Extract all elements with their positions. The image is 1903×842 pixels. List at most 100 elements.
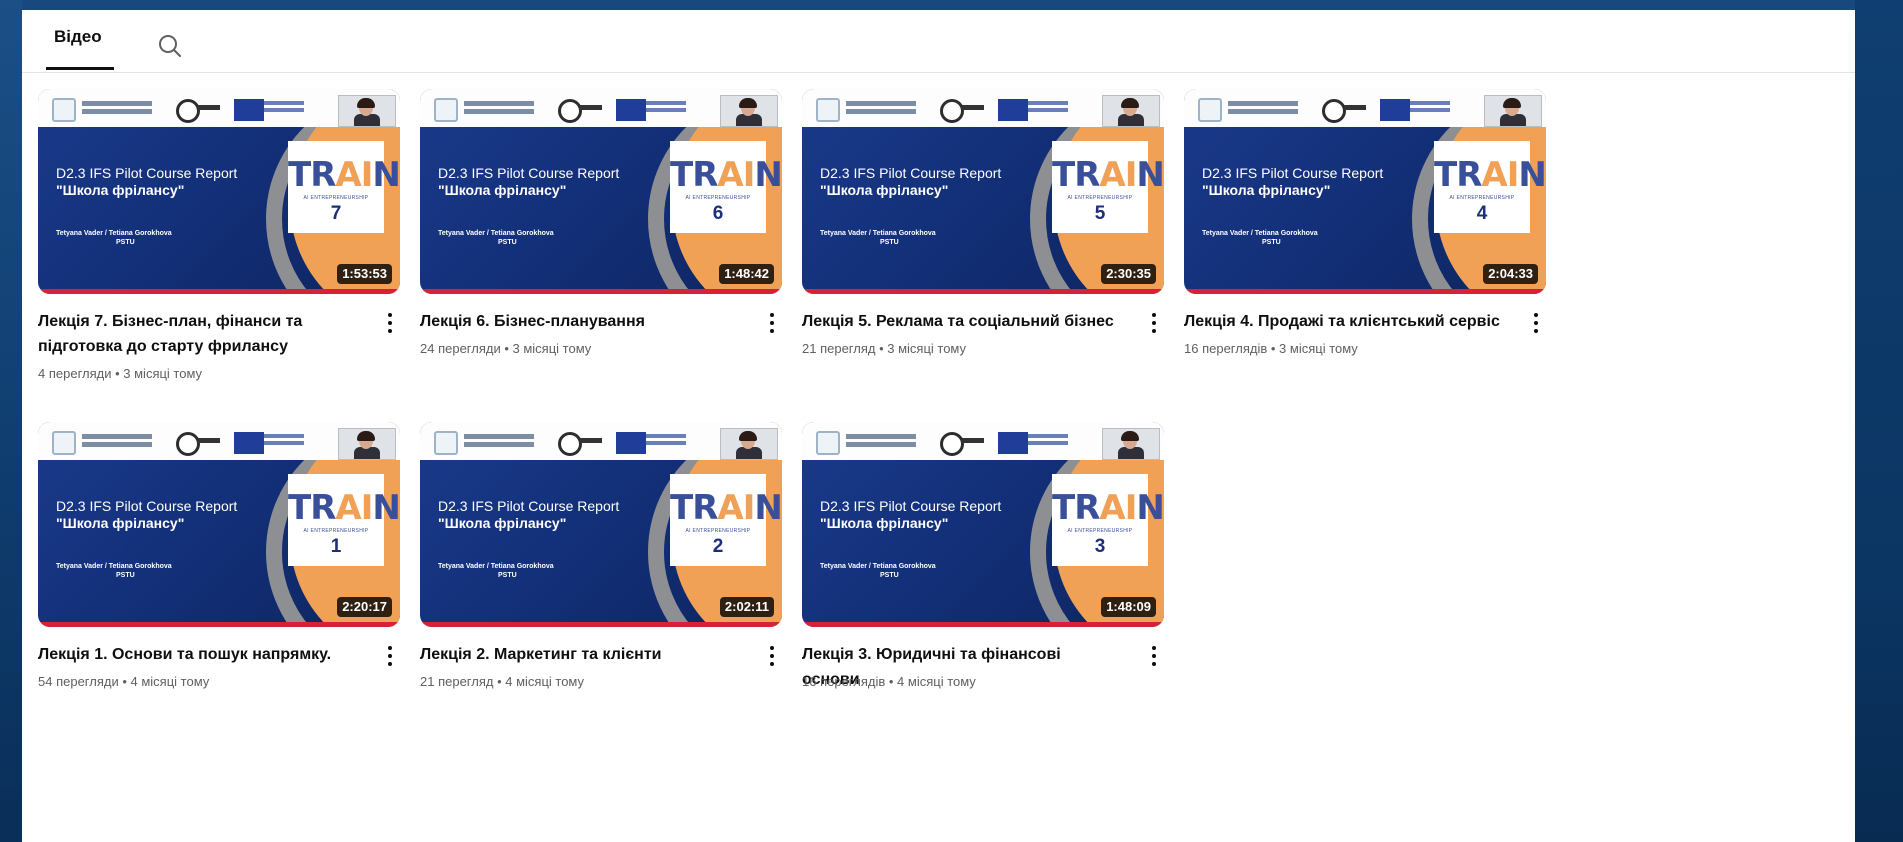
video-card[interactable]: D2.3 IFS Pilot Course Report "Школа фріл… xyxy=(38,89,400,381)
more-actions-button[interactable] xyxy=(762,311,782,335)
presenter-webcam xyxy=(1484,95,1542,127)
video-thumbnail[interactable]: D2.3 IFS Pilot Course Report "Школа фріл… xyxy=(1184,89,1546,294)
video-card[interactable]: D2.3 IFS Pilot Course Report "Школа фріл… xyxy=(802,89,1164,356)
more-actions-button[interactable] xyxy=(380,644,400,668)
background-top xyxy=(0,0,1903,10)
channel-videos-panel: Відео D2.3 IFS Pilot Course Report "Школ… xyxy=(22,10,1855,842)
video-meta: 54 перегляди • 4 місяці тому xyxy=(38,674,210,689)
video-title[interactable]: Лекція 4. Продажі та клієнтський сервіс xyxy=(1184,309,1504,334)
more-actions-button[interactable] xyxy=(1144,644,1164,668)
thumbnail-progress-line xyxy=(38,622,400,627)
eu-flag-icon xyxy=(234,432,264,454)
thumbnail-title-line2: "Школа фрілансу" xyxy=(1202,182,1331,198)
presenter-webcam xyxy=(720,95,778,127)
video-card[interactable]: D2.3 IFS Pilot Course Report "Школа фріл… xyxy=(420,89,782,356)
train-logo: TRAIN AI ENTREPRENEURSHIP 2 xyxy=(670,474,782,566)
presenter-webcam xyxy=(720,428,778,460)
eu-funding-text xyxy=(264,434,304,438)
lecture-number: 1 xyxy=(330,536,342,557)
more-actions-button[interactable] xyxy=(380,311,400,335)
train-logo-word: TRAIN xyxy=(670,488,782,528)
more-actions-button[interactable] xyxy=(1144,311,1164,335)
university-logo-icon xyxy=(434,431,458,455)
erasmus-logo-icon xyxy=(940,99,964,123)
train-logo-subtitle: AI ENTREPRENEURSHIP xyxy=(303,528,369,534)
thumbnail-org: PSTU xyxy=(1262,239,1281,246)
video-card[interactable]: D2.3 IFS Pilot Course Report "Школа фріл… xyxy=(420,422,782,689)
erasmus-logo-icon xyxy=(176,432,200,456)
thumbnail-org: PSTU xyxy=(498,239,517,246)
train-logo-word: TRAIN xyxy=(1434,155,1546,195)
train-logo-word: TRAIN xyxy=(288,488,400,528)
thumbnail-authors: Tetyana Vader / Tetiana Gorokhova PSTU xyxy=(56,562,216,580)
search-icon xyxy=(159,35,181,57)
thumbnail-title-line1: D2.3 IFS Pilot Course Report xyxy=(820,498,1002,514)
presenter-webcam xyxy=(338,428,396,460)
logo-text-lines xyxy=(82,434,152,439)
video-thumbnail[interactable]: D2.3 IFS Pilot Course Report "Школа фріл… xyxy=(802,422,1164,627)
eu-flag-icon xyxy=(998,432,1028,454)
thumbnail-title-line1: D2.3 IFS Pilot Course Report xyxy=(56,498,238,514)
thumbnail-progress-line xyxy=(420,622,782,627)
thumbnail-authors: Tetyana Vader / Tetiana Gorokhova PSTU xyxy=(1202,229,1362,247)
eu-funding-text xyxy=(646,434,686,438)
background-left xyxy=(0,0,22,842)
video-card[interactable]: D2.3 IFS Pilot Course Report "Школа фріл… xyxy=(1184,89,1546,356)
video-thumbnail[interactable]: D2.3 IFS Pilot Course Report "Школа фріл… xyxy=(38,89,400,294)
video-thumbnail[interactable]: D2.3 IFS Pilot Course Report "Школа фріл… xyxy=(802,89,1164,294)
logo-text-lines xyxy=(846,101,916,106)
lecture-number: 3 xyxy=(1094,536,1106,557)
more-vert-icon xyxy=(388,646,392,650)
more-vert-icon xyxy=(770,313,774,317)
thumbnail-progress-line xyxy=(38,289,400,294)
logo-text-lines xyxy=(82,101,152,106)
video-card[interactable]: D2.3 IFS Pilot Course Report "Школа фріл… xyxy=(38,422,400,689)
university-logo-icon xyxy=(52,98,76,122)
lecture-number: 6 xyxy=(712,203,724,224)
thumbnail-org: PSTU xyxy=(116,572,135,579)
video-thumbnail[interactable]: D2.3 IFS Pilot Course Report "Школа фріл… xyxy=(420,89,782,294)
train-logo-word: TRAIN xyxy=(1052,488,1164,528)
thumbnail-title-line2: "Школа фрілансу" xyxy=(56,182,185,198)
video-card[interactable]: D2.3 IFS Pilot Course Report "Школа фріл… xyxy=(802,422,1164,689)
more-vert-icon xyxy=(1152,313,1156,317)
thumbnail-title: D2.3 IFS Pilot Course Report "Школа фріл… xyxy=(820,498,1040,532)
video-title[interactable]: Лекція 6. Бізнес-планування xyxy=(420,309,740,334)
video-title[interactable]: Лекція 2. Маркетинг та клієнти xyxy=(420,642,740,667)
presenter-webcam xyxy=(1102,428,1160,460)
search-button[interactable] xyxy=(154,30,186,62)
eu-flag-icon xyxy=(616,99,646,121)
more-actions-button[interactable] xyxy=(762,644,782,668)
video-meta: 16 переглядів • 3 місяці тому xyxy=(1184,341,1358,356)
thumbnail-title: D2.3 IFS Pilot Course Report "Школа фріл… xyxy=(56,165,276,199)
lecture-number: 7 xyxy=(330,203,342,224)
erasmus-logo-icon xyxy=(1322,99,1346,123)
video-thumbnail[interactable]: D2.3 IFS Pilot Course Report "Школа фріл… xyxy=(38,422,400,627)
eu-flag-icon xyxy=(616,432,646,454)
thumbnail-title: D2.3 IFS Pilot Course Report "Школа фріл… xyxy=(56,498,276,532)
video-title[interactable]: Лекція 7. Бізнес-план, фінанси та підгот… xyxy=(38,309,358,359)
train-logo-word: TRAIN xyxy=(1052,155,1164,195)
more-actions-button[interactable] xyxy=(1526,311,1546,335)
university-logo-icon xyxy=(1198,98,1222,122)
video-meta: 21 перегляд • 4 місяці тому xyxy=(420,674,585,689)
logo-text-lines xyxy=(846,434,916,439)
video-thumbnail[interactable]: D2.3 IFS Pilot Course Report "Школа фріл… xyxy=(420,422,782,627)
eu-funding-text xyxy=(264,101,304,105)
video-title[interactable]: Лекція 5. Реклама та соціальний бізнес xyxy=(802,309,1122,334)
train-logo-word: TRAIN xyxy=(288,155,400,195)
video-duration-badge: 1:48:09 xyxy=(1101,597,1156,617)
thumbnail-title-line1: D2.3 IFS Pilot Course Report xyxy=(820,165,1002,181)
erasmus-logo-icon xyxy=(176,99,200,123)
eu-flag-icon xyxy=(998,99,1028,121)
thumbnail-authors: Tetyana Vader / Tetiana Gorokhova PSTU xyxy=(820,562,980,580)
train-logo: TRAIN AI ENTREPRENEURSHIP 6 xyxy=(670,141,782,233)
train-logo: TRAIN AI ENTREPRENEURSHIP 4 xyxy=(1434,141,1546,233)
tab-videos[interactable]: Відео xyxy=(48,24,108,70)
eu-funding-text xyxy=(646,101,686,105)
train-logo: TRAIN AI ENTREPRENEURSHIP 1 xyxy=(288,474,400,566)
video-title[interactable]: Лекція 1. Основи та пошук напрямку. xyxy=(38,642,358,667)
thumbnail-authors-names: Tetyana Vader / Tetiana Gorokhova xyxy=(1202,230,1318,237)
video-meta: 16 переглядів • 4 місяці тому xyxy=(802,674,976,689)
thumbnail-authors-names: Tetyana Vader / Tetiana Gorokhova xyxy=(438,230,554,237)
